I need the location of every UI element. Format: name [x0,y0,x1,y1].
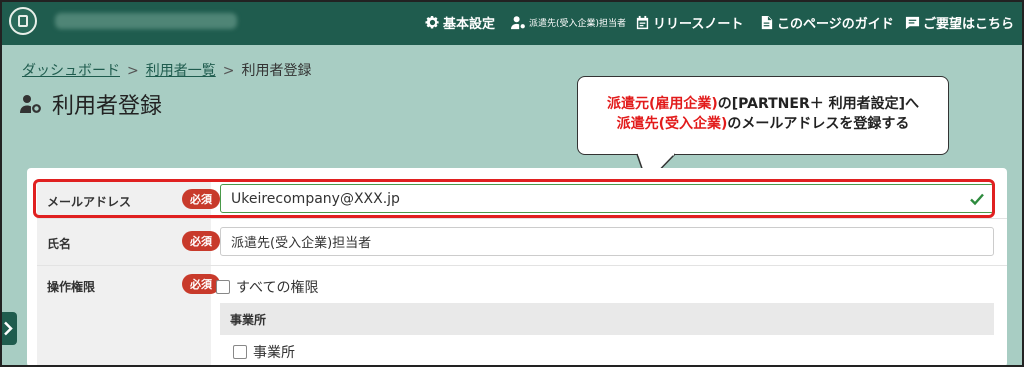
nav-user-account-label: 派遣先(受入企業)担当者 [529,18,627,29]
nav-feedback[interactable]: ご要望はこちら [905,12,1014,32]
name-label-cell: 氏名 必須 [37,219,220,265]
name-input[interactable]: 派遣先(受入企業)担当者 [220,227,994,256]
office-checkbox-label: 事業所 [253,345,295,361]
top-navigation-bar: 基本設定 派遣先(受入企業)担当者 リリースノート このページのガイド ご要望は… [0,0,1024,45]
breadcrumb-user-list-link[interactable]: 利用者一覧 [146,63,216,79]
permissions-label-cell: 操作権限 必須 [37,266,220,367]
callout-highlight: 派遣元(雇用企業) [606,96,718,112]
permissions-label: 操作権限 [47,280,96,294]
nav-release-notes[interactable]: リリースノート [635,12,743,32]
user-gear-icon [511,15,525,29]
nav-release-notes-label: リリースノート [653,16,744,32]
callout-highlight: 派遣先(受入企業) [616,116,728,132]
callout-text-rest: の[PARTNER＋ 利用者設定]へ [717,96,920,112]
all-permissions-label: すべての権限 [236,280,319,296]
sidebar-toggle[interactable] [0,312,17,345]
breadcrumb-dashboard-link[interactable]: ダッシュボード [22,63,120,79]
page-title: 利用者登録 [20,88,162,120]
breadcrumb-separator: > [222,63,235,79]
document-icon [761,15,773,29]
page-title-text: 利用者登録 [52,94,163,119]
name-input-value: 派遣先(受入企業)担当者 [231,236,372,251]
required-badge: 必須 [182,274,220,294]
breadcrumb: ダッシュボード > 利用者一覧 > 利用者登録 [22,60,311,80]
breadcrumb-current: 利用者登録 [241,63,312,79]
user-gear-icon [20,95,41,113]
blurred-app-name [55,13,237,29]
calendar-icon [636,15,649,29]
nav-basic-settings-label: 基本設定 [443,16,496,32]
nav-user-account[interactable]: 派遣先(受入企業)担当者 [511,12,626,32]
instruction-callout: 派遣元(雇用企業)の[PARTNER＋ 利用者設定]へ 派遣先(受入企業)のメー… [577,76,949,155]
nav-page-guide[interactable]: このページのガイド [759,12,894,32]
name-label: 氏名 [47,237,72,251]
email-row-highlight [33,179,995,218]
office-section-header: 事業所 [220,303,994,335]
app-logo-icon[interactable] [9,7,37,35]
chevron-right-icon [4,321,13,336]
required-badge: 必須 [182,231,220,251]
nav-basic-settings[interactable]: 基本設定 [425,12,495,32]
all-permissions-checkbox[interactable]: すべての権限 [216,277,318,297]
checkbox-box[interactable] [216,280,230,294]
callout-text-rest: のメールアドレスを登録する [727,116,910,132]
callout-text: 派遣元(雇用企業)の[PARTNER＋ 利用者設定]へ 派遣先(受入企業)のメー… [578,94,948,134]
gear-icon [425,15,439,28]
checkbox-box[interactable] [233,345,247,359]
office-checkbox[interactable]: 事業所 [233,342,295,362]
breadcrumb-separator: > [127,63,139,79]
nav-feedback-label: ご要望はこちら [923,16,1015,32]
message-icon [905,16,920,29]
nav-page-guide-label: このページのガイド [777,16,894,32]
